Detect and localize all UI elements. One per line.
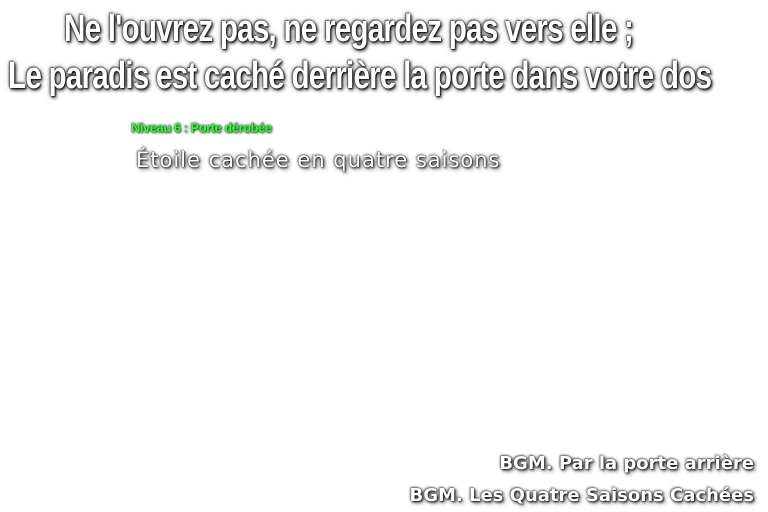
stage-label: Niveau 6 : Porte dérobée [131,120,272,135]
bgm-track-2: BGM. Les Quatre Saisons Cachées [409,485,754,506]
stage-title: Étoile cachée en quatre saisons [136,148,501,172]
intro-line-2: Le paradis est caché derrière la porte d… [8,55,712,97]
intro-line-1: Ne l'ouvrez pas, ne regardez pas vers el… [64,8,634,50]
game-screen: Ne l'ouvrez pas, ne regardez pas vers el… [0,0,768,512]
bgm-track-1: BGM. Par la porte arrière [499,453,754,474]
